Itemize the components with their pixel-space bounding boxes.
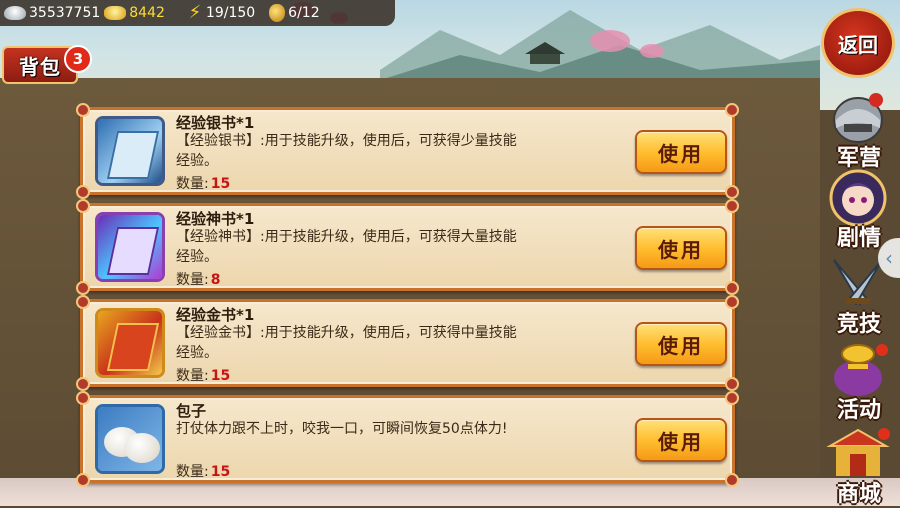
gold-value: 8442 bbox=[129, 5, 165, 21]
quantity-label: 数量: bbox=[176, 272, 209, 288]
use-button[interactable]: 使用 bbox=[635, 322, 727, 366]
lightning-icon: ⚡ bbox=[188, 2, 202, 23]
card-corner-ornament bbox=[725, 391, 739, 405]
money-bag-icon bbox=[269, 4, 286, 22]
item-quantity: 数量: 8 bbox=[176, 269, 220, 289]
quantity-label: 数量: bbox=[176, 368, 209, 384]
item-description: 打仗体力跟不上时，咬我一口，可瞬间恢复50点体力! bbox=[176, 421, 508, 437]
quantity-value: 15 bbox=[210, 464, 231, 480]
quantity-value: 15 bbox=[210, 368, 231, 384]
shop-pavilion-icon bbox=[826, 428, 890, 476]
silver-exp-book-icon bbox=[95, 116, 165, 186]
card-corner-ornament bbox=[76, 391, 90, 405]
silver-stat: 35537751 bbox=[4, 5, 100, 21]
card-corner-ornament bbox=[76, 281, 90, 295]
bag-count-badge: 3 bbox=[64, 45, 92, 73]
menu-label: 商城 bbox=[836, 482, 881, 507]
menu-story[interactable]: 剧情 bbox=[820, 168, 898, 251]
use-button-label: 使用 bbox=[658, 429, 704, 454]
card-corner-ornament bbox=[725, 185, 739, 199]
use-button[interactable]: 使用 bbox=[635, 130, 727, 174]
item-name: 经验金书*1 bbox=[176, 306, 255, 324]
item-description: 【经验神书】:用于技能升级，使用后，可获得大量技能经验。 bbox=[176, 229, 517, 265]
back-button[interactable]: 返回 bbox=[821, 8, 895, 78]
gold-exp-book-icon bbox=[95, 308, 165, 378]
bag-capacity-stat: 6/12 bbox=[269, 4, 320, 22]
helmet-icon bbox=[833, 93, 883, 143]
card-corner-ornament bbox=[76, 377, 90, 391]
gold-ingot-icon bbox=[104, 6, 127, 20]
stamina-stat: ⚡ 19/150 bbox=[187, 2, 256, 23]
card-corner-ornament bbox=[725, 199, 739, 213]
stamina-value: 19/150 bbox=[205, 5, 256, 21]
use-button-label: 使用 bbox=[658, 333, 704, 358]
menu-events[interactable]: 活动 bbox=[820, 340, 898, 423]
card-corner-ornament bbox=[725, 103, 739, 117]
back-button-label: 返回 bbox=[838, 32, 878, 57]
blossom-decoration bbox=[590, 30, 630, 52]
menu-label: 竞技 bbox=[836, 312, 881, 337]
bag-tab-label: 背包 bbox=[19, 54, 61, 79]
gold-stat: 8442 bbox=[104, 5, 165, 21]
silver-value: 35537751 bbox=[29, 5, 101, 21]
item-description: 【经验银书】:用于技能升级，使用后，可获得少量技能经验。 bbox=[176, 133, 517, 169]
use-button[interactable]: 使用 bbox=[635, 226, 727, 270]
use-button[interactable]: 使用 bbox=[635, 418, 727, 462]
item-quantity: 数量: 15 bbox=[176, 173, 230, 193]
card-corner-ornament bbox=[76, 473, 90, 487]
card-corner-ornament bbox=[76, 199, 90, 213]
item-card: 包子 打仗体力跟不上时，咬我一口，可瞬间恢复50点体力! 数量: 15 使用 bbox=[76, 391, 739, 487]
item-name: 经验银书*1 bbox=[176, 114, 255, 132]
resource-bar: 35537751 8442 ⚡ 19/150 6/12 bbox=[0, 0, 395, 26]
blossom-decoration bbox=[640, 44, 664, 58]
bag-capacity-value: 6/12 bbox=[288, 5, 320, 21]
item-name: 经验神书*1 bbox=[176, 210, 255, 228]
card-corner-ornament bbox=[76, 103, 90, 117]
steamed-bun-icon bbox=[95, 404, 165, 474]
card-corner-ornament bbox=[725, 281, 739, 295]
use-button-label: 使用 bbox=[658, 141, 704, 166]
menu-barracks[interactable]: 军营 bbox=[820, 88, 898, 171]
menu-label: 活动 bbox=[836, 398, 881, 423]
treasure-bag-icon bbox=[834, 344, 888, 396]
card-corner-ornament bbox=[725, 473, 739, 487]
item-name: 包子 bbox=[176, 402, 207, 420]
item-card: 经验神书*1 【经验神书】:用于技能升级，使用后，可获得大量技能经验。数量: 8 使用 bbox=[76, 199, 739, 295]
item-quantity: 数量: 15 bbox=[176, 365, 230, 385]
card-corner-ornament bbox=[725, 377, 739, 391]
item-card: 经验银书*1 【经验银书】:用于技能升级，使用后，可获得少量技能经验。数量: 15 使… bbox=[76, 103, 739, 199]
character-portrait-icon bbox=[829, 169, 887, 226]
card-corner-ornament bbox=[76, 185, 90, 199]
quantity-value: 15 bbox=[210, 176, 231, 192]
item-description: 【经验金书】:用于技能升级，使用后，可获得中量技能经验。 bbox=[176, 325, 517, 361]
item-quantity: 数量: 15 bbox=[176, 461, 230, 481]
silver-ingot-icon bbox=[4, 6, 26, 20]
item-card: 经验金书*1 【经验金书】:用于技能升级，使用后，可获得中量技能经验。数量: 15 使… bbox=[76, 295, 739, 391]
card-corner-ornament bbox=[725, 295, 739, 309]
quantity-label: 数量: bbox=[176, 176, 209, 192]
card-corner-ornament bbox=[76, 295, 90, 309]
menu-shop[interactable]: 商城 bbox=[820, 424, 898, 507]
quantity-label: 数量: bbox=[176, 464, 209, 480]
quantity-value: 8 bbox=[210, 272, 221, 288]
divine-exp-book-icon bbox=[95, 212, 165, 282]
use-button-label: 使用 bbox=[658, 237, 704, 262]
